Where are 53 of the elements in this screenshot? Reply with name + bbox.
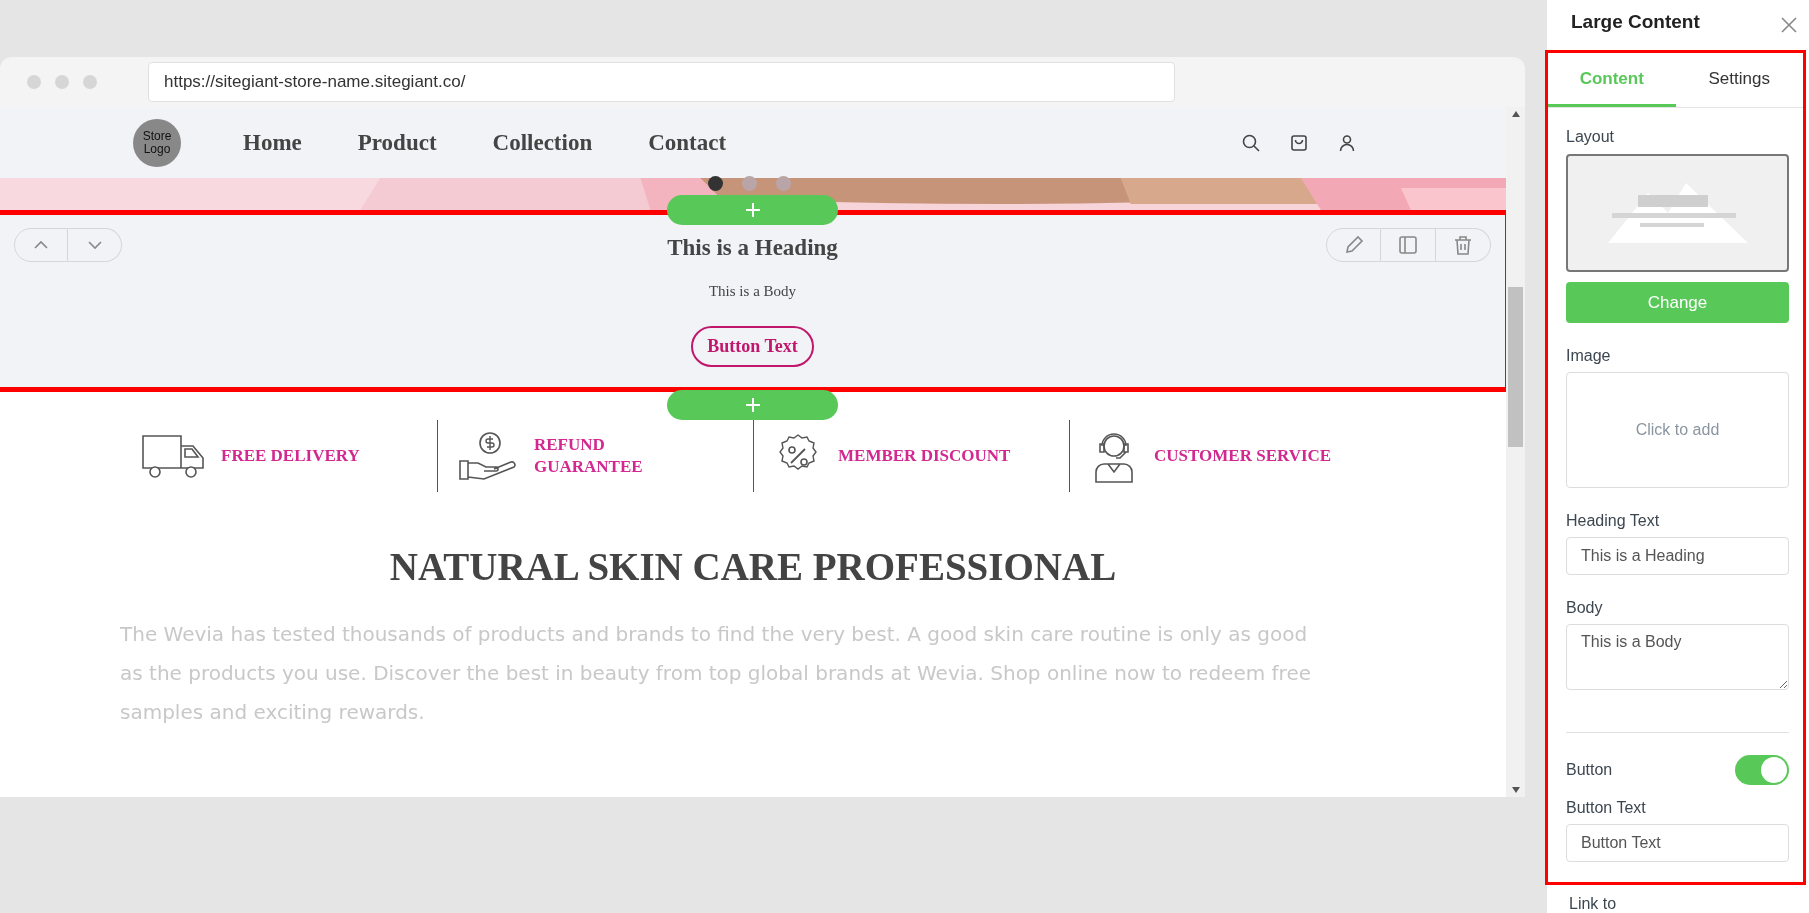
field-label: Body	[1566, 599, 1604, 617]
field-label: Heading Text	[1566, 512, 1661, 530]
heading-input[interactable]: This is a Heading	[1566, 537, 1789, 575]
field-label: Link to	[1569, 895, 1618, 913]
trash-icon	[1452, 234, 1474, 256]
scroll-up-icon[interactable]	[1511, 111, 1520, 117]
user-icon[interactable]	[1338, 133, 1356, 152]
bag-icon[interactable]	[1290, 133, 1308, 152]
feature-label: REFUND GUARANTEE	[534, 433, 643, 478]
panel-title: Large Content	[1571, 11, 1700, 33]
nav-link[interactable]: Collection	[492, 129, 593, 156]
section-heading: This is a Heading	[667, 235, 838, 261]
chevron-up-icon	[33, 240, 49, 250]
button-text-input[interactable]: Button Text	[1566, 824, 1789, 862]
delete-button[interactable]	[1436, 228, 1491, 262]
plus-icon	[744, 202, 761, 218]
store-logo[interactable]: Store Logo	[133, 118, 181, 167]
section-body: This is a Body	[708, 283, 797, 300]
layout-preview[interactable]	[1566, 154, 1789, 272]
address-bar[interactable]: https://sitegiant-store-name.sitegiant.co/	[148, 62, 1175, 102]
field-label: Image	[1566, 347, 1612, 365]
field-label: Button Text	[1566, 799, 1647, 817]
panel-icon	[1397, 234, 1419, 256]
nav-link[interactable]: Product	[357, 129, 437, 156]
page-heading: NATURAL SKIN CARE PROFESSIONAL	[388, 544, 1118, 589]
scroll-down-icon[interactable]	[1511, 787, 1520, 793]
nav-link[interactable]: Home	[243, 129, 302, 156]
window-dot	[55, 75, 69, 89]
body-textarea[interactable]: This is a Body	[1566, 624, 1789, 690]
field-label: Layout	[1566, 128, 1616, 146]
feature-label: FREE DELIVERY	[221, 444, 360, 467]
field-label: Button	[1566, 761, 1613, 779]
move-down-button[interactable]	[68, 228, 122, 262]
layout-button[interactable]	[1381, 228, 1436, 262]
close-icon[interactable]	[1781, 17, 1797, 33]
button-toggle[interactable]	[1735, 755, 1789, 785]
add-section-button[interactable]	[667, 390, 838, 420]
layout-thumbnail-icon	[1607, 183, 1748, 243]
window-dot	[83, 75, 97, 89]
plus-icon	[744, 397, 761, 413]
search-icon[interactable]	[1242, 133, 1260, 152]
feature-label: MEMBER DISCOUNT	[838, 444, 1011, 467]
window-dot	[27, 75, 41, 89]
section-button[interactable]: Button Text	[691, 326, 814, 367]
move-up-button[interactable]	[14, 228, 68, 262]
feature-label: CUSTOMER SERVICE	[1154, 444, 1332, 467]
chevron-down-icon	[86, 240, 103, 250]
scrollbar-thumb[interactable]	[1508, 287, 1523, 447]
truck-icon	[141, 432, 205, 480]
nav-link[interactable]: Contact	[648, 129, 727, 156]
scrollbar[interactable]	[1506, 107, 1525, 797]
coin-hand-icon	[458, 431, 518, 481]
edit-button[interactable]	[1326, 228, 1381, 262]
